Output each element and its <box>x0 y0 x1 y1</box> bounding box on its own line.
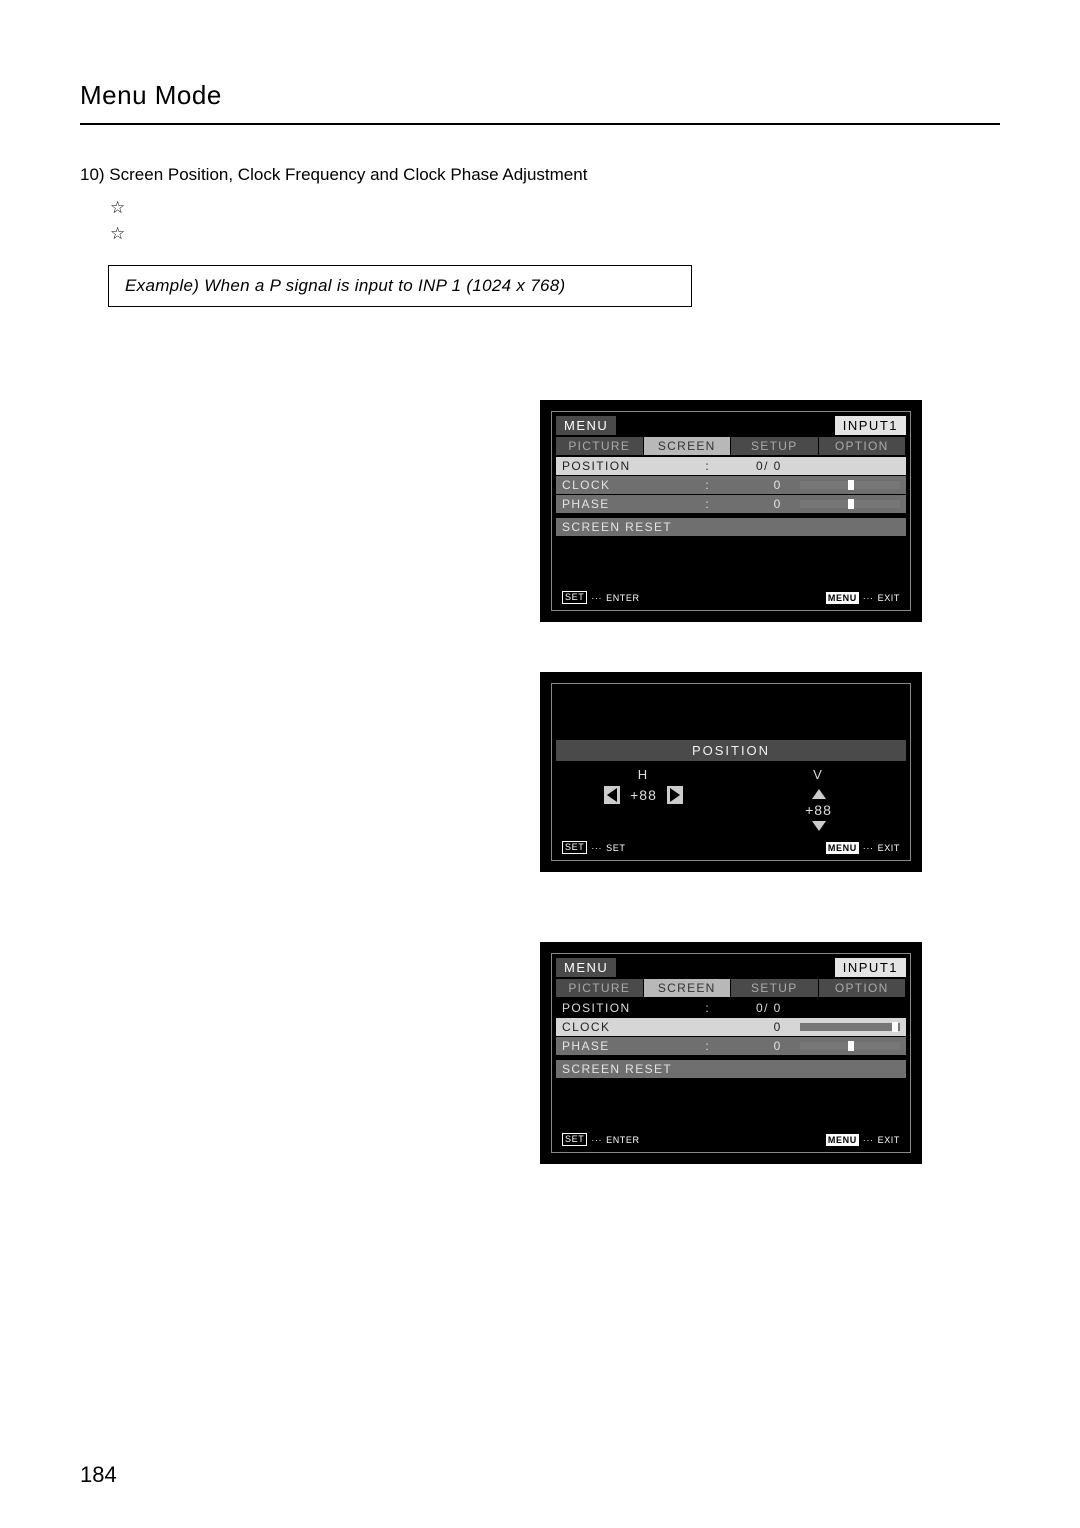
footer-menu-exit: MENU ··· EXIT <box>826 842 900 854</box>
footer-set-enter: SET ··· ENTER <box>562 1133 640 1146</box>
arrow-down-icon[interactable] <box>812 821 826 831</box>
footer-set-set: SET ··· SET <box>562 841 625 854</box>
item-label: SCREEN RESET <box>562 520 672 534</box>
menu-item-position[interactable]: POSITION : 0/ 0 <box>556 457 906 475</box>
slider[interactable] <box>800 481 900 489</box>
footer-menu-exit: MENU ··· EXIT <box>826 1134 900 1146</box>
menu-item-screen-reset[interactable]: SCREEN RESET <box>556 518 906 536</box>
input-chip: INPUT1 <box>835 416 906 435</box>
key-set: SET <box>562 1133 587 1146</box>
tab-option[interactable]: OPTION <box>819 979 906 997</box>
key-set: SET <box>562 591 587 604</box>
key-menu: MENU <box>826 842 859 854</box>
menu-item-position[interactable]: POSITION : 0/ 0 <box>556 999 906 1017</box>
pos-h-value: +88 <box>630 787 657 803</box>
item-label: POSITION <box>562 1001 697 1015</box>
menu-item-phase[interactable]: PHASE : 0 <box>556 495 906 513</box>
osd-position-panel: POSITION H +88 V <box>540 672 922 872</box>
bullet-star: ☆ <box>110 195 1000 221</box>
bullet-star: ☆ <box>110 221 1000 247</box>
slider[interactable] <box>800 1023 900 1031</box>
menu-item-phase[interactable]: PHASE : 0 <box>556 1037 906 1055</box>
item-value: 0 <box>724 1020 782 1034</box>
menu-chip: MENU <box>556 416 616 435</box>
item-label: PHASE <box>562 497 697 511</box>
position-title: POSITION <box>556 740 906 761</box>
input-chip: INPUT1 <box>835 958 906 977</box>
item-label: CLOCK <box>562 478 697 492</box>
section-heading: 10) Screen Position, Clock Frequency and… <box>80 165 1000 185</box>
footer-menu-exit: MENU ··· EXIT <box>826 592 900 604</box>
menu-item-screen-reset[interactable]: SCREEN RESET <box>556 1060 906 1078</box>
tab-picture[interactable]: PICTURE <box>556 437 643 455</box>
osd-menu-panel: MENU INPUT1 PICTURE SCREEN SETUP OPTION … <box>540 400 922 622</box>
tab-picture[interactable]: PICTURE <box>556 979 643 997</box>
slider[interactable] <box>800 1042 900 1050</box>
item-value: 0 <box>724 1039 782 1053</box>
item-value: 0 <box>724 478 782 492</box>
tab-option[interactable]: OPTION <box>819 437 906 455</box>
item-label: SCREEN RESET <box>562 1062 672 1076</box>
title-rule <box>80 123 1000 125</box>
pos-h-label: H <box>556 767 731 786</box>
pos-v-value: +88 <box>805 802 832 818</box>
item-value: 0 <box>724 497 782 511</box>
tab-screen[interactable]: SCREEN <box>644 979 731 997</box>
example-box: Example) When a P signal is input to INP… <box>108 265 692 307</box>
item-label: CLOCK <box>562 1020 697 1034</box>
tab-setup[interactable]: SETUP <box>731 437 818 455</box>
tab-setup[interactable]: SETUP <box>731 979 818 997</box>
tab-screen[interactable]: SCREEN <box>644 437 731 455</box>
arrow-left-button[interactable] <box>604 786 620 804</box>
hidden-text: ' ' <box>80 331 1000 359</box>
item-value: 0/ 0 <box>724 1001 782 1015</box>
tab-row: PICTURE SCREEN SETUP OPTION <box>556 979 906 997</box>
key-menu: MENU <box>826 592 859 604</box>
page-number: 184 <box>80 1462 117 1488</box>
slider[interactable] <box>800 500 900 508</box>
pos-v-label: V <box>731 767 906 786</box>
footer-set-enter: SET ··· ENTER <box>562 591 640 604</box>
page-title: Menu Mode <box>80 80 1000 111</box>
arrow-right-button[interactable] <box>667 786 683 804</box>
menu-item-clock[interactable]: CLOCK : 0 <box>556 476 906 494</box>
osd-menu-panel: MENU INPUT1 PICTURE SCREEN SETUP OPTION … <box>540 942 922 1164</box>
key-menu: MENU <box>826 1134 859 1146</box>
tab-row: PICTURE SCREEN SETUP OPTION <box>556 437 906 455</box>
item-label: POSITION <box>562 459 697 473</box>
menu-item-clock[interactable]: CLOCK : 0 <box>556 1018 906 1036</box>
item-value: 0/ 0 <box>724 459 782 473</box>
key-set: SET <box>562 841 587 854</box>
arrow-up-icon[interactable] <box>812 789 826 799</box>
menu-chip: MENU <box>556 958 616 977</box>
item-label: PHASE <box>562 1039 697 1053</box>
